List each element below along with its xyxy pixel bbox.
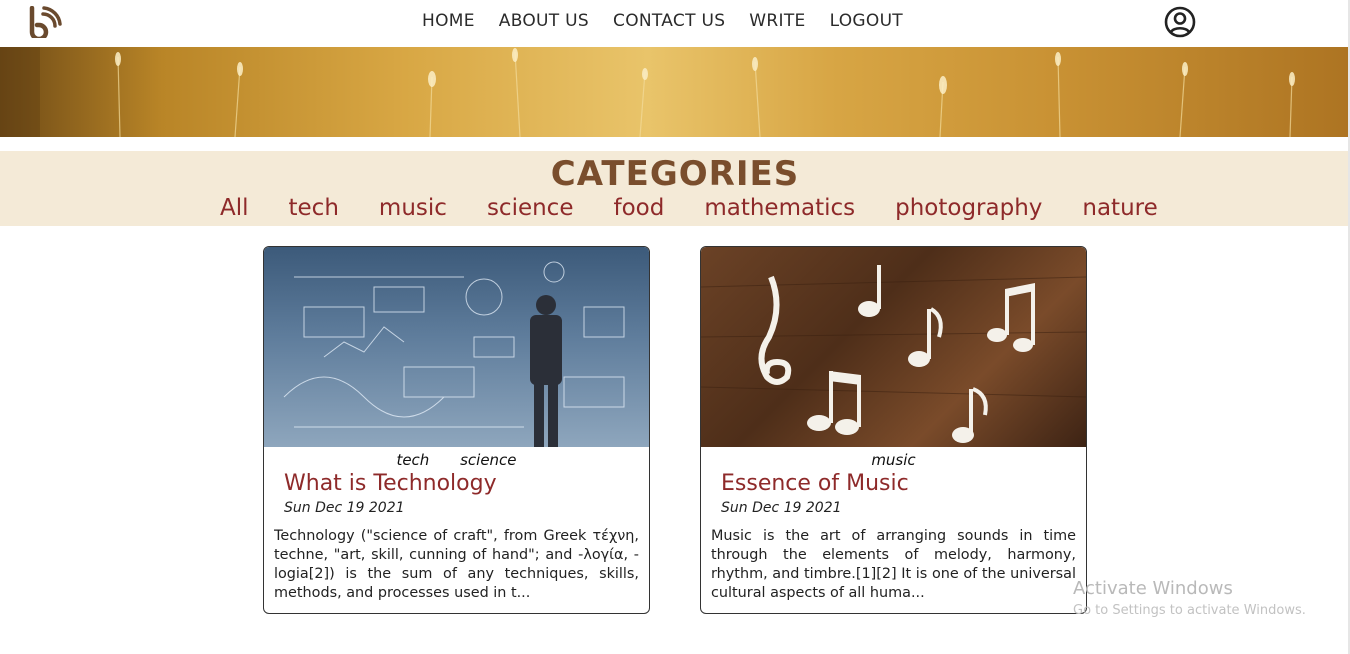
post-title[interactable]: Essence of Music	[721, 471, 909, 496]
category-food[interactable]: food	[613, 195, 664, 221]
category-science[interactable]: science	[487, 195, 574, 221]
post-tag[interactable]: music	[871, 451, 915, 469]
post-excerpt: Music is the art of arranging sounds in …	[711, 528, 1076, 601]
nav-home-link[interactable]: HOME	[422, 11, 475, 31]
category-nature[interactable]: nature	[1082, 195, 1157, 221]
blog-logo-icon[interactable]	[28, 5, 62, 42]
post-excerpt: Technology ("science of craft", from Gre…	[274, 528, 639, 601]
user-circle-icon[interactable]	[1164, 6, 1196, 38]
post-image-music[interactable]	[701, 247, 1086, 447]
category-mathematics[interactable]: mathematics	[704, 195, 855, 221]
post-date: Sun Dec 19 2021	[721, 500, 842, 516]
header-banner-image	[0, 47, 1350, 137]
category-photography[interactable]: photography	[895, 195, 1042, 221]
post-card[interactable]: music Essence of Music Sun Dec 19 2021 M…	[700, 246, 1087, 614]
category-tech[interactable]: tech	[289, 195, 339, 221]
main-nav: HOME ABOUT US CONTACT US WRITE LOGOUT	[422, 11, 927, 31]
post-card[interactable]: tech science What is Technology Sun Dec …	[263, 246, 650, 614]
post-title[interactable]: What is Technology	[284, 471, 497, 496]
category-music[interactable]: music	[379, 195, 447, 221]
post-tag[interactable]: science	[460, 451, 516, 469]
top-navbar: HOME ABOUT US CONTACT US WRITE LOGOUT	[0, 0, 1350, 46]
activate-windows-hint: Go to Settings to activate Windows.	[1073, 603, 1306, 618]
category-all[interactable]: All	[220, 195, 249, 221]
categories-section: CATEGORIES All tech music science food m…	[0, 151, 1350, 226]
nav-logout-link[interactable]: LOGOUT	[830, 11, 903, 31]
post-image-technology[interactable]	[264, 247, 649, 447]
nav-about-link[interactable]: ABOUT US	[499, 11, 589, 31]
activate-windows-watermark: Activate Windows	[1073, 578, 1233, 599]
nav-contact-link[interactable]: CONTACT US	[613, 11, 725, 31]
nav-write-link[interactable]: WRITE	[749, 11, 805, 31]
post-date: Sun Dec 19 2021	[284, 500, 405, 516]
post-tags: tech science	[264, 451, 649, 469]
categories-heading: CATEGORIES	[550, 154, 800, 194]
categories-list: All tech music science food mathematics …	[220, 195, 1198, 221]
post-tag[interactable]: tech	[396, 451, 429, 469]
post-tags: music	[701, 451, 1086, 469]
